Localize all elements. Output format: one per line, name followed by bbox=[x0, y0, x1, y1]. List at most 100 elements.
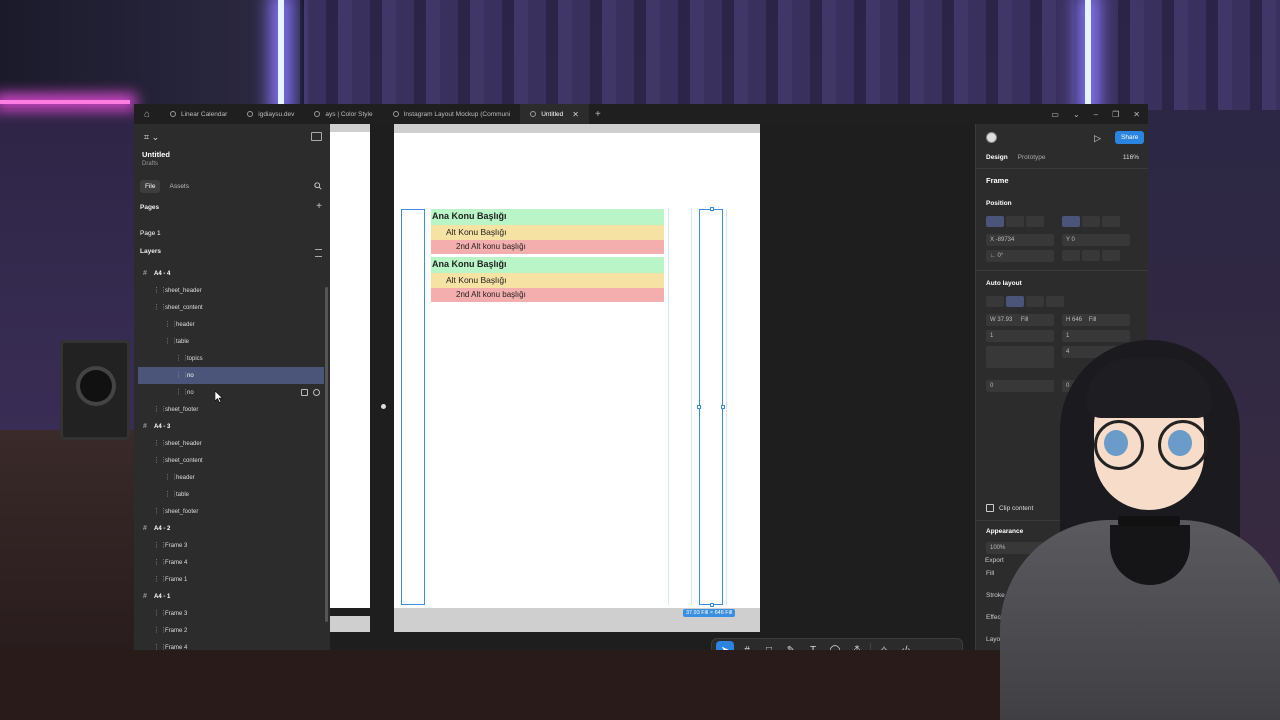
resize-handle[interactable] bbox=[710, 603, 714, 607]
column-no-selected[interactable] bbox=[699, 209, 723, 605]
padding-field[interactable]: 0 bbox=[986, 380, 1054, 392]
figma-menu-icon[interactable]: ⌗ ⌄ bbox=[144, 132, 159, 143]
text-tool-icon[interactable]: T bbox=[804, 641, 822, 651]
topic-row-sub2[interactable]: 2nd Alt konu başlığı bbox=[431, 288, 664, 302]
lock-icon[interactable] bbox=[301, 389, 308, 396]
fill-heading[interactable]: Fill bbox=[986, 570, 994, 577]
home-icon[interactable]: ⌂ bbox=[134, 104, 160, 124]
height-field[interactable]: H 646 Fill bbox=[1062, 314, 1130, 326]
spacing-field[interactable]: 1 bbox=[1062, 330, 1130, 342]
frame-tool-icon[interactable]: # bbox=[738, 641, 756, 651]
layer-item[interactable]: ⋮⋮ header bbox=[138, 316, 324, 333]
resize-handle[interactable] bbox=[697, 405, 701, 409]
tab-linear-calendar[interactable]: Linear Calendar bbox=[160, 104, 237, 124]
close-window-icon[interactable]: ✕ bbox=[1133, 110, 1140, 119]
layout-direction-group[interactable] bbox=[986, 296, 1064, 307]
new-tab-icon[interactable]: + bbox=[589, 109, 607, 120]
layer-item[interactable]: ⋮⋮ Frame 1 bbox=[138, 571, 324, 588]
notification-icon[interactable]: ▭ bbox=[1051, 110, 1059, 119]
frame-a4-partial[interactable] bbox=[330, 124, 370, 608]
transform-group[interactable] bbox=[1062, 250, 1120, 261]
search-icon[interactable] bbox=[314, 182, 322, 190]
actions-icon[interactable]: ⁂ bbox=[848, 641, 866, 651]
topic-row-sub2[interactable]: 2nd Alt konu başlığı bbox=[431, 240, 664, 254]
maximize-icon[interactable]: ❐ bbox=[1112, 110, 1119, 119]
canvas[interactable]: Ana Konu Başlığı Alt Konu Başlığı 2nd Al… bbox=[330, 124, 975, 650]
x-position-field[interactable]: X -89734 bbox=[986, 234, 1054, 246]
pen-tool-icon[interactable]: ✎ bbox=[782, 641, 800, 651]
layer-item[interactable]: ⋮⋮ sheet_content bbox=[138, 299, 324, 316]
layer-item[interactable]: ⋮⋮ topics bbox=[138, 350, 324, 367]
topic-row-main[interactable]: Ana Konu Başlığı bbox=[431, 257, 664, 273]
sidebar-toggle-icon[interactable] bbox=[311, 132, 322, 141]
clip-content-checkbox[interactable]: Clip content bbox=[986, 504, 1033, 512]
layer-item[interactable]: ⋮⋮ table bbox=[138, 486, 324, 503]
dev-mode-icon[interactable]: ✧ bbox=[875, 641, 893, 651]
layer-item[interactable]: ⋮⋮ Frame 2 bbox=[138, 622, 324, 639]
file-location[interactable]: Drafts bbox=[142, 161, 158, 167]
rotation-field[interactable]: ∟ 0° bbox=[986, 250, 1054, 262]
width-field[interactable]: W 37.93 Fill bbox=[986, 314, 1054, 326]
chevron-down-icon[interactable]: ⌄ bbox=[1073, 110, 1080, 119]
layer-frame[interactable]: # A4 - 4 bbox=[138, 265, 324, 282]
stroke-heading[interactable]: Stroke bbox=[986, 592, 1005, 599]
layer-item[interactable]: ⋮⋮ table bbox=[138, 333, 324, 350]
alignment-grid[interactable] bbox=[986, 346, 1054, 368]
page-item[interactable]: Page 1 bbox=[140, 222, 324, 237]
effects-heading[interactable]: Effects bbox=[986, 614, 1006, 621]
layer-item[interactable]: ⋮⋮ sheet_content bbox=[138, 452, 324, 469]
vertical-align-group[interactable] bbox=[1062, 216, 1120, 227]
layer-item[interactable]: ⋮⋮ Frame 3 bbox=[138, 605, 324, 622]
tab-igdiaysu[interactable]: igdiaysu.dev bbox=[237, 104, 304, 124]
present-play-icon[interactable]: ▷ bbox=[1094, 133, 1101, 144]
layer-item[interactable]: ⋮⋮ header bbox=[138, 469, 324, 486]
export-heading[interactable]: Export bbox=[985, 557, 1004, 564]
share-button[interactable]: Share bbox=[1115, 131, 1145, 144]
resize-handle[interactable] bbox=[710, 207, 714, 211]
frame-type-dropdown[interactable]: Frame bbox=[986, 176, 1009, 185]
tab-instagram-layout[interactable]: Instagram Layout Mockup (Communi bbox=[383, 104, 521, 124]
rectangle-tool-icon[interactable]: □ bbox=[760, 641, 778, 651]
file-title[interactable]: Untitled bbox=[142, 150, 170, 159]
layer-frame[interactable]: # A4 - 2 bbox=[138, 520, 324, 537]
padding-field[interactable]: 0 bbox=[1062, 380, 1130, 392]
layout-guide-heading[interactable]: Layout guide bbox=[986, 636, 1023, 643]
eye-icon[interactable] bbox=[313, 389, 320, 396]
layer-item[interactable]: ⋮⋮ sheet_footer bbox=[138, 401, 324, 418]
tab-untitled[interactable]: Untitled ✕ bbox=[520, 104, 589, 124]
add-page-icon[interactable]: + bbox=[316, 201, 322, 212]
zoom-level[interactable]: 116% bbox=[1123, 154, 1139, 161]
topic-row-sub[interactable]: Alt Konu Başlığı bbox=[431, 273, 664, 288]
tab-assets[interactable]: Assets bbox=[164, 180, 194, 193]
tab-design[interactable]: Design bbox=[986, 154, 1008, 161]
layer-frame[interactable]: # A4 - 3 bbox=[138, 418, 324, 435]
close-icon[interactable]: ✕ bbox=[572, 110, 579, 119]
horizontal-align-group[interactable] bbox=[986, 216, 1044, 227]
layer-item[interactable]: ⋮⋮ Frame 4 bbox=[138, 554, 324, 571]
comment-tool-icon[interactable]: ◯ bbox=[826, 641, 844, 651]
topic-row-sub[interactable]: Alt Konu Başlığı bbox=[431, 225, 664, 240]
layer-item[interactable]: ⋮⋮ sheet_header bbox=[138, 435, 324, 452]
layer-item[interactable]: ⋮⋮ no bbox=[138, 384, 324, 401]
topic-row-main[interactable]: Ana Konu Başlığı bbox=[431, 209, 664, 225]
spacing-field[interactable]: 1 bbox=[986, 330, 1054, 342]
tab-prototype[interactable]: Prototype bbox=[1018, 154, 1046, 161]
tab-file[interactable]: File bbox=[140, 180, 161, 193]
layer-item[interactable]: ⋮⋮ sheet_footer bbox=[138, 503, 324, 520]
tab-color-style[interactable]: ays | Color Style bbox=[304, 104, 382, 124]
layers-options-icon[interactable] bbox=[315, 249, 322, 257]
layer-frame[interactable]: # A4 - 1 bbox=[138, 588, 324, 605]
column-no-left[interactable] bbox=[401, 209, 425, 605]
scrollbar[interactable] bbox=[325, 287, 328, 622]
resize-handle[interactable] bbox=[721, 405, 725, 409]
y-position-field[interactable]: Y 0 bbox=[1062, 234, 1130, 246]
layer-item[interactable]: ⋮⋮ no bbox=[138, 367, 324, 384]
code-icon[interactable]: ‹/› bbox=[897, 641, 915, 651]
avatar[interactable] bbox=[986, 132, 997, 143]
opacity-field[interactable]: 100% bbox=[986, 542, 1054, 554]
canvas-drag-dot[interactable] bbox=[381, 404, 386, 409]
gap-field[interactable]: 4 bbox=[1062, 346, 1130, 358]
minimize-icon[interactable]: – bbox=[1094, 110, 1098, 119]
move-tool-icon[interactable]: ➤ bbox=[716, 641, 734, 650]
layer-item[interactable]: ⋮⋮ Frame 4 bbox=[138, 639, 324, 651]
